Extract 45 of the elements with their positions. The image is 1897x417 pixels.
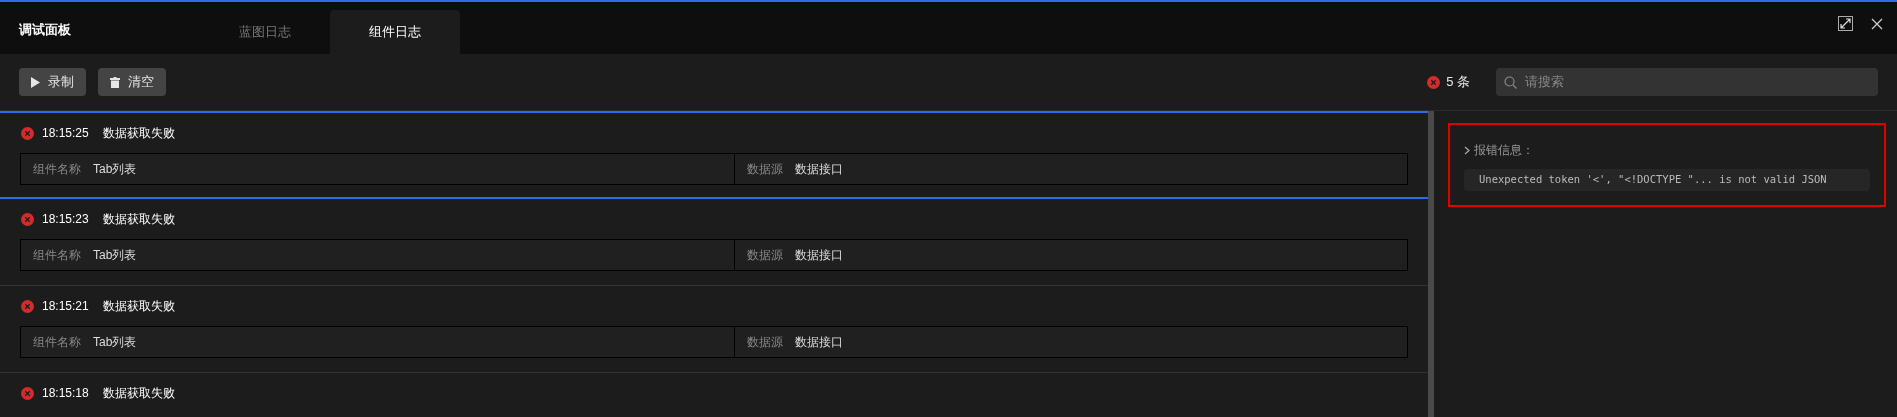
search-field[interactable]: 请搜索 [1496, 68, 1878, 96]
log-message: 数据获取失败 [102, 125, 175, 142]
log-time: 18:15:25 [42, 125, 89, 142]
field-value: Tab列表 [93, 247, 137, 264]
window-title: 调试面板 [19, 21, 71, 39]
log-time: 18:15:18 [42, 385, 89, 402]
tab[interactable]: 蓝图日志 [200, 10, 330, 54]
scrollbar[interactable] [1428, 111, 1434, 417]
error-icon [1427, 75, 1441, 89]
field-label: 数据源 [747, 161, 783, 178]
field-label: 数据源 [747, 247, 783, 264]
field-label: 组件名称 [33, 161, 81, 178]
toolbar-button[interactable]: 录制 [19, 68, 86, 96]
trash-icon [110, 76, 120, 88]
error-icon [21, 126, 34, 140]
expand-icon[interactable] [1838, 16, 1853, 31]
error-icon [21, 212, 34, 226]
field-value: 数据接口 [795, 161, 843, 178]
error-icon [21, 386, 34, 400]
close-icon[interactable] [1871, 17, 1883, 30]
toolbar-button[interactable]: 清空 [98, 68, 166, 96]
field-value: Tab列表 [93, 334, 137, 351]
log-message: 数据获取失败 [102, 211, 175, 228]
field-label: 组件名称 [33, 334, 81, 351]
field-label: 组件名称 [33, 247, 81, 264]
log-message: 数据获取失败 [102, 298, 175, 315]
search-icon [1504, 75, 1517, 89]
log-entry[interactable]: 18:15:21 数据获取失败 组件名称 Tab列表 数据源 数据接口 [0, 286, 1428, 373]
error-message: Unexpected token '<', "<!DOCTYPE "... is not valid JSON [1464, 169, 1870, 191]
log-time: 18:15:23 [42, 211, 89, 228]
tab[interactable]: 组件日志 [330, 10, 460, 54]
log-time: 18:15:21 [42, 298, 89, 315]
error-heading: 报错信息： [1474, 142, 1534, 159]
search-input[interactable]: 请搜索 [1525, 72, 1870, 92]
field-value: 数据接口 [795, 334, 843, 351]
chevron-icon[interactable] [1464, 145, 1470, 155]
field-label: 数据源 [747, 334, 783, 351]
field-value: Tab列表 [93, 161, 137, 178]
log-message: 数据获取失败 [102, 385, 175, 402]
log-entry[interactable]: 18:15:25 数据获取失败 组件名称 Tab列表 数据源 数据接口 [0, 111, 1428, 199]
error-count: 5 条 [1446, 73, 1470, 92]
play-icon [31, 76, 40, 88]
field-value: 数据接口 [795, 247, 843, 264]
log-entry[interactable]: 18:15:23 数据获取失败 组件名称 Tab列表 数据源 数据接口 [0, 199, 1428, 286]
error-icon [21, 299, 34, 313]
